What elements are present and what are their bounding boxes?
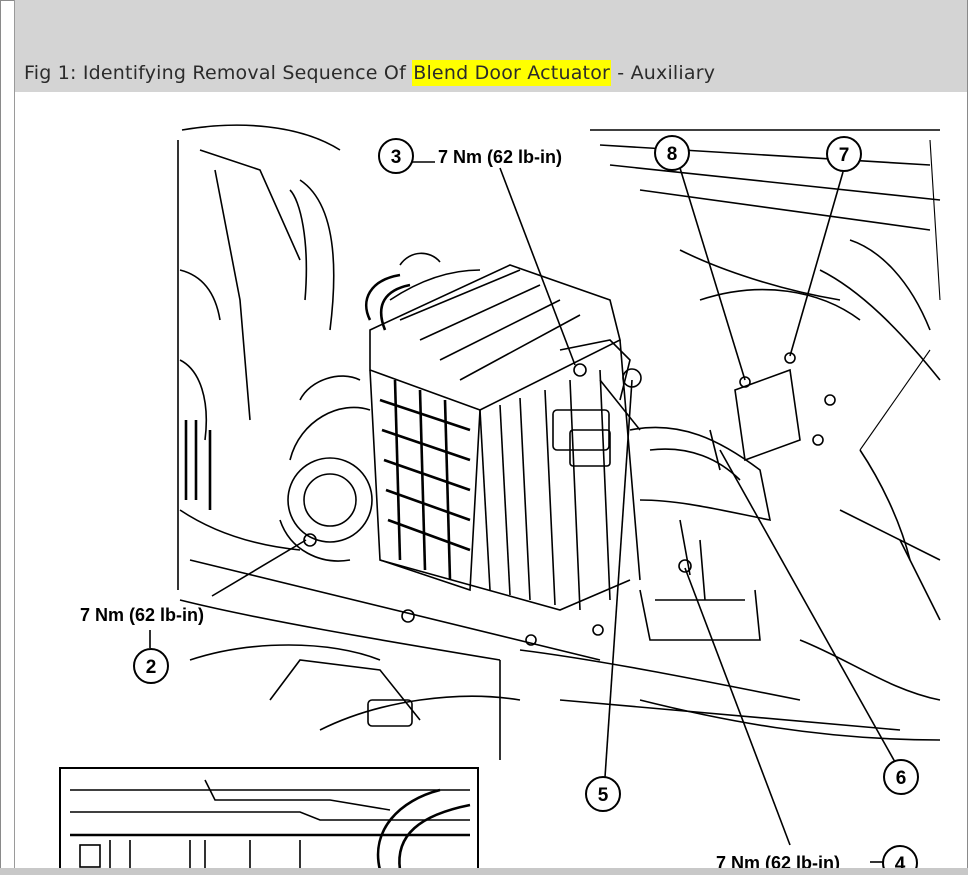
callout-2-number: 2: [146, 657, 157, 678]
bottom-scrollbar-strip: [0, 868, 968, 875]
callout-6-number: 6: [896, 768, 907, 789]
vehicle-structure-lines: [177, 124, 941, 760]
callout-5-number: 5: [598, 785, 609, 806]
callout-7-number: 7: [839, 145, 850, 166]
leader-lines: [149, 161, 931, 863]
inset-detail: [59, 767, 479, 875]
torque-label-left: 7 Nm (62 lb-in): [80, 605, 204, 625]
callout-6: 6: [883, 759, 919, 795]
callout-2: 2: [133, 648, 169, 684]
hvac-diagram: 3 7 Nm (62 lb-in) 8 7 7 Nm (62 lb-in) 2 …: [59, 124, 941, 875]
callout-3-number: 3: [391, 147, 402, 168]
callout-7: 7: [826, 136, 862, 172]
callout-8-number: 8: [667, 144, 678, 165]
callout-8: 8: [654, 135, 690, 171]
hvac-housing: [279, 179, 836, 641]
torque-label-top: 7 Nm (62 lb-in): [438, 147, 562, 167]
callout-5: 5: [585, 776, 621, 812]
callout-3: 3: [378, 138, 414, 174]
